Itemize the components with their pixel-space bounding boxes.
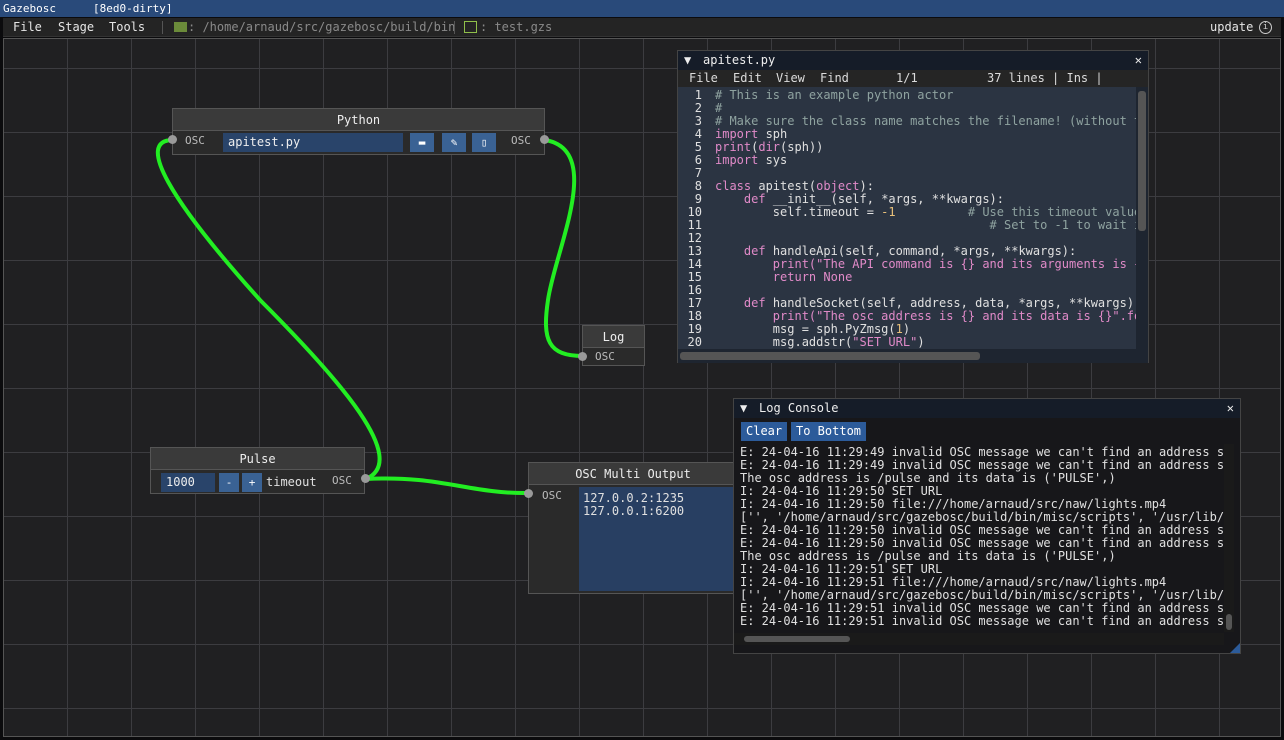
log-node-title: Log xyxy=(583,326,644,348)
address-item: 127.0.0.1:6200 xyxy=(583,504,685,518)
wire-pulse-out-to-osc-in xyxy=(365,476,530,496)
python-in-label: OSC xyxy=(185,134,205,147)
collapse-icon[interactable]: ▼ xyxy=(684,51,691,70)
osc-node-title: OSC Multi Output xyxy=(529,463,737,485)
osc-multi-output-node[interactable]: OSC Multi Output OSC 127.0.0.2:1235 127.… xyxy=(528,462,739,594)
code-area[interactable]: 1 # This is an example python actor 2 # 3 #… xyxy=(678,87,1136,349)
vertical-scrollbar[interactable] xyxy=(1224,444,1234,632)
edit-file-icon[interactable]: ✎ xyxy=(442,133,466,152)
osc-in-port[interactable] xyxy=(524,489,533,498)
log-node[interactable]: Log OSC xyxy=(582,325,645,366)
editor-title: apitest.py xyxy=(703,53,776,67)
close-icon[interactable]: ✕ xyxy=(1227,399,1234,418)
pulse-out-label: OSC xyxy=(332,474,352,487)
python-file-input[interactable]: apitest.py xyxy=(223,133,403,152)
text-editor-window[interactable]: ▼ apitest.py ✕ File Edit View Find 1/1 3… xyxy=(677,50,1149,363)
scrollbar-thumb[interactable] xyxy=(744,636,850,642)
editor-menu-view[interactable]: View xyxy=(776,70,805,87)
collapse-icon[interactable]: ▼ xyxy=(740,399,747,418)
scrollbar-thumb[interactable] xyxy=(680,352,980,360)
vertical-scrollbar[interactable] xyxy=(1136,87,1148,363)
wire-pulse-out-to-python-in xyxy=(155,138,382,481)
editor-menu-file[interactable]: File xyxy=(689,70,718,87)
editor-menu-edit[interactable]: Edit xyxy=(733,70,762,87)
clear-button[interactable]: Clear xyxy=(741,422,788,441)
horizontal-scrollbar[interactable] xyxy=(734,633,1224,645)
editor-menu-find[interactable]: Find xyxy=(820,70,849,87)
log-console-titlebar: ▼ Log Console ✕ xyxy=(734,399,1240,418)
log-in-port[interactable] xyxy=(578,352,587,361)
python-node-title: Python xyxy=(173,109,544,131)
log-in-label: OSC xyxy=(595,350,615,363)
close-icon[interactable]: ✕ xyxy=(1135,51,1142,70)
decrement-button[interactable]: - xyxy=(219,473,239,492)
increment-button[interactable]: + xyxy=(242,473,262,492)
address-item: 127.0.0.2:1235 xyxy=(583,491,685,505)
log-line: E: 24-04-16 11:29:51 invalid OSC message… xyxy=(740,614,1224,628)
editor-menu-bar: File Edit View Find 1/1 37 lines | Ins |… xyxy=(678,70,1148,102)
log-console-window[interactable]: ▼ Log Console ✕ Clear To Bottom E: 24-04… xyxy=(733,398,1241,654)
open-folder-icon[interactable]: ▬ xyxy=(410,133,434,152)
log-console-title: Log Console xyxy=(759,401,839,415)
to-bottom-button[interactable]: To Bottom xyxy=(791,422,867,441)
python-node[interactable]: Python OSC apitest.py ▬ ✎ ▯ OSC xyxy=(172,108,545,155)
python-in-port[interactable] xyxy=(168,135,177,144)
scrollbar-thumb[interactable] xyxy=(1138,91,1146,231)
wire-python-out-to-log xyxy=(543,138,584,358)
timeout-label: timeout xyxy=(266,475,317,489)
log-output[interactable]: E: 24-04-16 11:29:49 invalid OSC message… xyxy=(734,444,1224,632)
editor-titlebar: ▼ apitest.py ✕ xyxy=(678,51,1148,70)
resize-grip[interactable] xyxy=(1230,643,1240,653)
horizontal-scrollbar[interactable] xyxy=(678,349,1136,363)
scrollbar-thumb[interactable] xyxy=(1226,614,1232,630)
pulse-node-title: Pulse xyxy=(151,448,364,470)
python-out-port[interactable] xyxy=(540,135,549,144)
address-list[interactable]: 127.0.0.2:1235 127.0.0.1:6200 xyxy=(579,487,739,591)
pulse-node[interactable]: Pulse 1000 - + timeout OSC xyxy=(150,447,365,494)
osc-in-label: OSC xyxy=(542,489,562,502)
timeout-input[interactable]: 1000 xyxy=(161,473,215,492)
cursor-position: 1/1 xyxy=(896,71,918,85)
python-out-label: OSC xyxy=(511,134,531,147)
new-file-icon[interactable]: ▯ xyxy=(472,133,496,152)
pulse-out-port[interactable] xyxy=(361,474,370,483)
